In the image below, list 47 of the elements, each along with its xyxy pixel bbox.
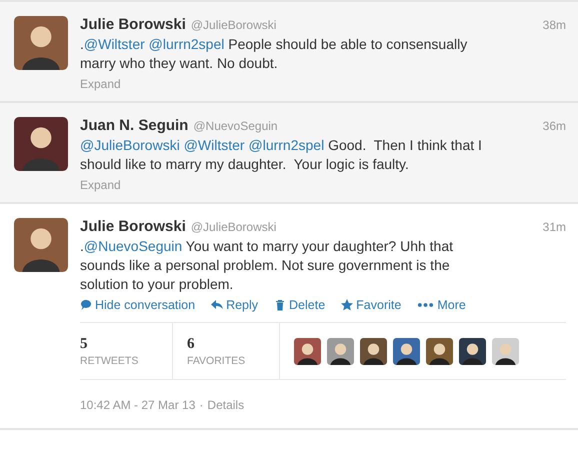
stat-count[interactable]: 5 [80,336,158,352]
avatar-icon[interactable] [360,338,387,364]
mention-link[interactable]: @NuevoSeguin [84,238,182,254]
details-link[interactable]: Details [207,398,244,412]
user-name[interactable]: Julie Borowski [80,16,186,33]
tweet-text: .@NuevoSeguin You want to marry your daughter? Uhh that sounds like a personal problem. Not sure government is the solution to your problem. [80,237,454,294]
user-name[interactable]: Julie Borowski [80,218,186,235]
avatar-icon[interactable] [327,338,354,364]
avatar-icon[interactable] [393,338,420,364]
reply-arrow-icon [211,299,224,311]
action-link[interactable]: Hide conversation [80,298,196,312]
mention-link[interactable]: @JulieBorowski [80,137,180,153]
expand-link[interactable]: Expand [80,178,121,192]
trash-icon [274,299,286,311]
action-link[interactable]: Favorite [341,298,402,312]
mention-link[interactable]: @Wiltster [84,36,145,52]
speech-bubble-icon [80,299,92,311]
avatar-icon[interactable] [294,338,321,364]
expand-link[interactable]: Expand [80,77,121,91]
tweet-text: @JulieBorowski @Wiltster @lurrn2spel Good. Then I think that I should like to marry my daughter. Your logic is faulty. [80,136,483,174]
mention-link[interactable]: @lurrn2spel [248,137,324,153]
user-handle: @NuevoSeguin [193,119,278,133]
stat-label[interactable]: RETWEETS [80,354,158,366]
avatar-icon[interactable] [14,218,68,272]
action-link[interactable]: Reply [211,298,258,312]
tweet-time[interactable]: 31m [542,220,566,234]
user-name[interactable]: Juan N. Seguin [80,117,188,134]
tweet-time[interactable]: 38m [542,18,566,32]
stat-count[interactable]: 6 [187,336,265,352]
avatar-icon[interactable] [426,338,453,364]
stat-label[interactable]: FAVORITES [187,354,265,366]
action-link[interactable]: More [417,298,466,312]
dots-icon [417,302,434,308]
avatar-icon[interactable] [14,16,68,70]
mention-link[interactable]: @Wiltster [184,137,245,153]
tweet-text: .@Wiltster @lurrn2spel People should be able to consensually marry who they want. No doubt. [80,35,468,73]
tweet-time[interactable]: 36m [542,119,566,133]
action-link[interactable]: Delete [274,298,326,312]
mention-link[interactable]: @lurrn2spel [148,36,224,52]
avatar-icon[interactable] [459,338,486,364]
star-icon [341,299,354,311]
avatar-icon[interactable] [492,338,519,364]
timestamp[interactable]: 10:42 AM - 27 Mar 13 [80,398,196,412]
user-handle: @JulieBorowski [190,220,276,234]
avatar-icon[interactable] [14,117,68,171]
user-handle: @JulieBorowski [190,18,276,32]
separator-dot: · [199,398,204,412]
